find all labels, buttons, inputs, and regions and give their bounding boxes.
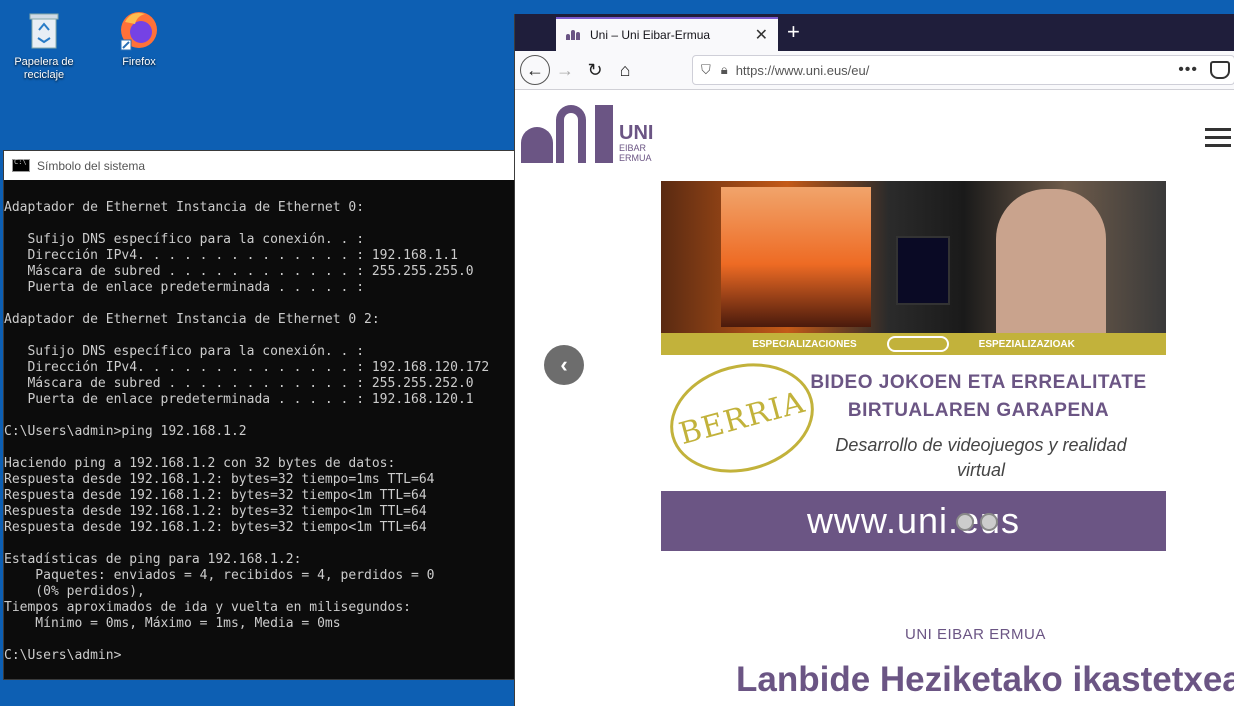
recycle-bin-icon[interactable]: Papelera de reciclaje	[4, 8, 84, 82]
banner-subtitle: Desarrollo de videojuegos y realidad vir…	[835, 435, 1127, 480]
cmd-titlebar[interactable]: Símbolo del sistema	[4, 151, 516, 180]
forward-button[interactable]: →	[550, 55, 580, 85]
cmd-icon	[12, 158, 30, 172]
tab-uni[interactable]: Uni – Uni Eibar-Ermua ✕	[556, 17, 778, 51]
back-button[interactable]: ←	[520, 55, 550, 85]
url-bar[interactable]: ⛉ 🔒︎ https://www.uni.eus/eu/ •••	[692, 55, 1234, 85]
home-button[interactable]: ⌂	[610, 55, 640, 85]
banner-headline: BIDEO JOKOEN ETA ERREALITATE BIRTUALAREN…	[810, 372, 1147, 421]
firefox-icon	[120, 12, 157, 51]
banner-photo	[661, 181, 1166, 333]
command-prompt-window[interactable]: Símbolo del sistema Adaptador de Etherne…	[3, 150, 517, 680]
carousel-dots[interactable]	[956, 513, 998, 531]
uni-logo[interactable]: UNI EIBAR ERMUA	[521, 105, 653, 163]
shield-icon[interactable]: ⛉	[701, 62, 711, 78]
tab-title: Uni – Uni Eibar-Ermua	[590, 28, 711, 42]
cmd-output[interactable]: Adaptador de Ethernet Instancia de Ether…	[4, 180, 516, 676]
berria-seal: BERRIA	[657, 347, 827, 489]
firefox-desktop-icon[interactable]: Firefox	[99, 8, 179, 69]
banner-strip: ESPECIALIZACIONES ESPEZIALIZAZIOAK	[661, 333, 1166, 355]
carousel-dot[interactable]	[980, 513, 998, 531]
recycle-bin-label: Papelera de reciclaje	[14, 56, 74, 81]
carousel-prev-button[interactable]: ‹	[544, 345, 584, 385]
firefox-label: Firefox	[122, 56, 156, 68]
reload-button[interactable]: ↻	[580, 55, 610, 85]
menu-icon[interactable]	[1205, 128, 1231, 152]
uni-logo-text: UNI EIBAR ERMUA	[619, 122, 654, 163]
strip-left-label: ESPECIALIZACIONES	[752, 338, 857, 350]
carousel-dot[interactable]	[956, 513, 974, 531]
lock-icon[interactable]: 🔒︎	[721, 62, 728, 78]
web-page: UNI EIBAR ERMUA ‹ ESPECIALIZACIONES ESPE…	[515, 90, 1234, 706]
strip-pill	[886, 336, 949, 352]
url-text[interactable]: https://www.uni.eus/eu/	[736, 63, 870, 78]
tab-bar: Uni – Uni Eibar-Ermua ✕ +	[515, 14, 1234, 51]
page-actions-icon[interactable]: •••	[1178, 61, 1198, 79]
banner-footer: www.uni.eus	[661, 491, 1166, 551]
banner-middle: BERRIA BIDEO JOKOEN ETA ERREALITATE BIRT…	[657, 347, 1166, 491]
page-kicker: UNI EIBAR ERMUA	[905, 626, 1046, 643]
strip-right-label: ESPEZIALIZAZIOAK	[978, 338, 1075, 350]
page-heading: Lanbide Heziketako ikastetxea	[736, 660, 1234, 699]
new-tab-button[interactable]: +	[787, 19, 800, 45]
uni-logo-mark	[521, 105, 613, 163]
carousel-banner[interactable]: ESPECIALIZACIONES ESPEZIALIZAZIOAK BERRI…	[657, 181, 1166, 551]
firefox-window[interactable]: Uni – Uni Eibar-Ermua ✕ + ← → ↻ ⌂ ⛉ 🔒︎ h…	[514, 14, 1234, 706]
uni-favicon-icon	[566, 30, 582, 40]
recycle-bin-icon-graphic	[29, 13, 59, 49]
close-tab-icon[interactable]: ✕	[755, 25, 768, 45]
cmd-title: Símbolo del sistema	[37, 158, 146, 173]
nav-toolbar: ← → ↻ ⌂ ⛉ 🔒︎ https://www.uni.eus/eu/ •••	[515, 51, 1234, 90]
pocket-icon[interactable]	[1210, 61, 1230, 79]
